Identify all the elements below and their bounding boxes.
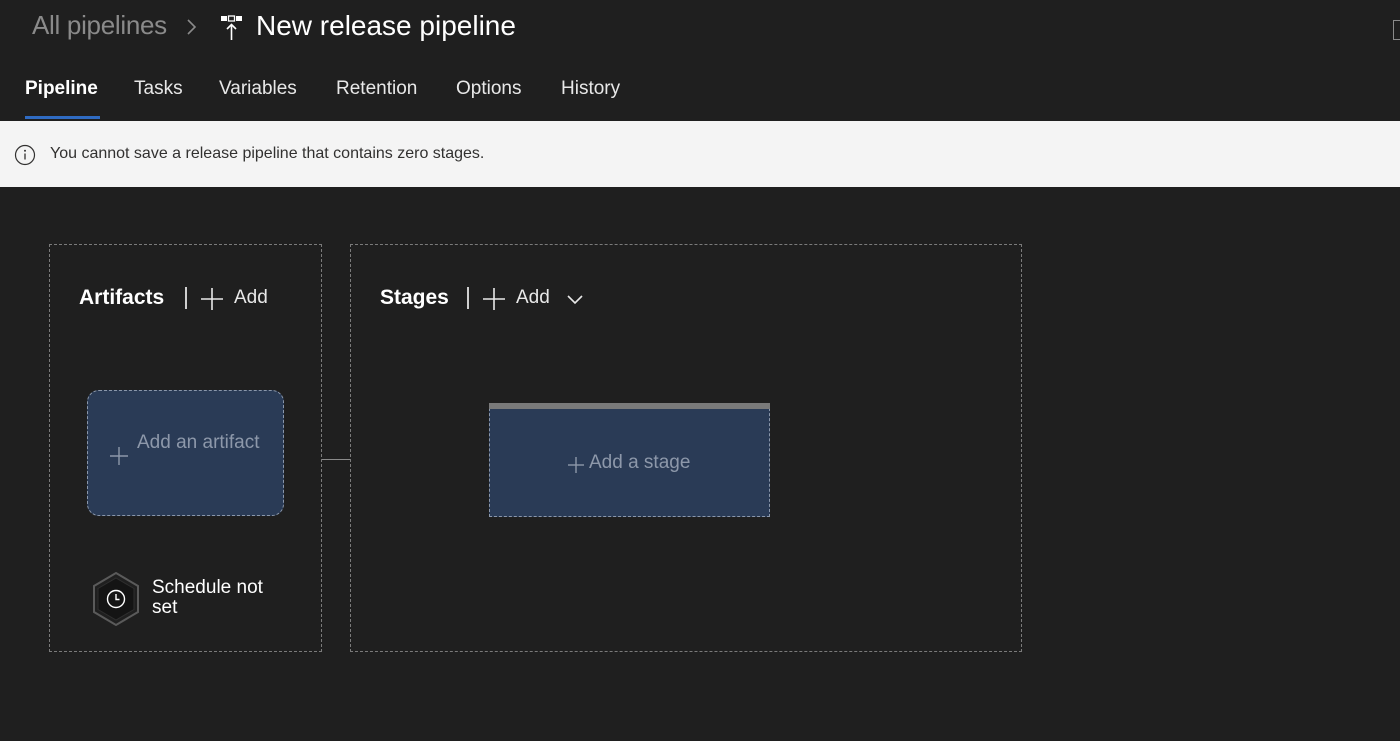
add-stage-card-label: Add a stage [589,452,691,473]
edge-fragment [1393,20,1400,40]
stage-card-top-bar [489,403,770,409]
tab-pipeline[interactable]: Pipeline [25,78,98,100]
page-title[interactable]: New release pipeline [256,10,516,42]
add-artifact-button[interactable]: Add [200,285,280,313]
tab-options[interactable]: Options [456,78,521,100]
add-artifact-card[interactable]: Add an artifact [87,390,284,516]
connector-line [322,459,350,460]
plus-icon [110,447,128,465]
schedule-label: Schedule not set [152,577,263,618]
release-pipeline-icon [221,15,242,40]
tab-history[interactable]: History [561,78,620,100]
plus-icon [568,457,584,473]
title-divider [185,287,187,309]
schedule-clock-icon [93,572,139,626]
info-banner: You cannot save a release pipeline that … [0,121,1400,187]
breadcrumb-all-pipelines[interactable]: All pipelines [32,10,167,41]
tab-tasks[interactable]: Tasks [134,78,183,100]
info-icon [14,144,36,166]
add-stage-card[interactable]: Add a stage [489,403,770,517]
chevron-down-icon [567,295,583,305]
plus-icon [483,288,505,310]
chevron-right-icon [187,19,197,35]
schedule-trigger[interactable]: Schedule not set [91,572,291,626]
add-artifact-card-label: Add an artifact [137,432,260,453]
tab-retention[interactable]: Retention [336,78,417,100]
add-artifact-label: Add [234,287,268,308]
tab-variables[interactable]: Variables [219,78,297,100]
header-bar: All pipelines New release pipeline [0,0,1400,60]
stages-title: Stages [380,286,449,309]
active-tab-indicator [25,116,100,119]
banner-message: You cannot save a release pipeline that … [50,145,485,162]
title-divider [467,287,469,309]
artifacts-title: Artifacts [79,286,165,309]
add-stage-button[interactable]: Add [482,285,592,313]
add-stage-label: Add [516,287,550,308]
plus-icon [201,288,223,310]
